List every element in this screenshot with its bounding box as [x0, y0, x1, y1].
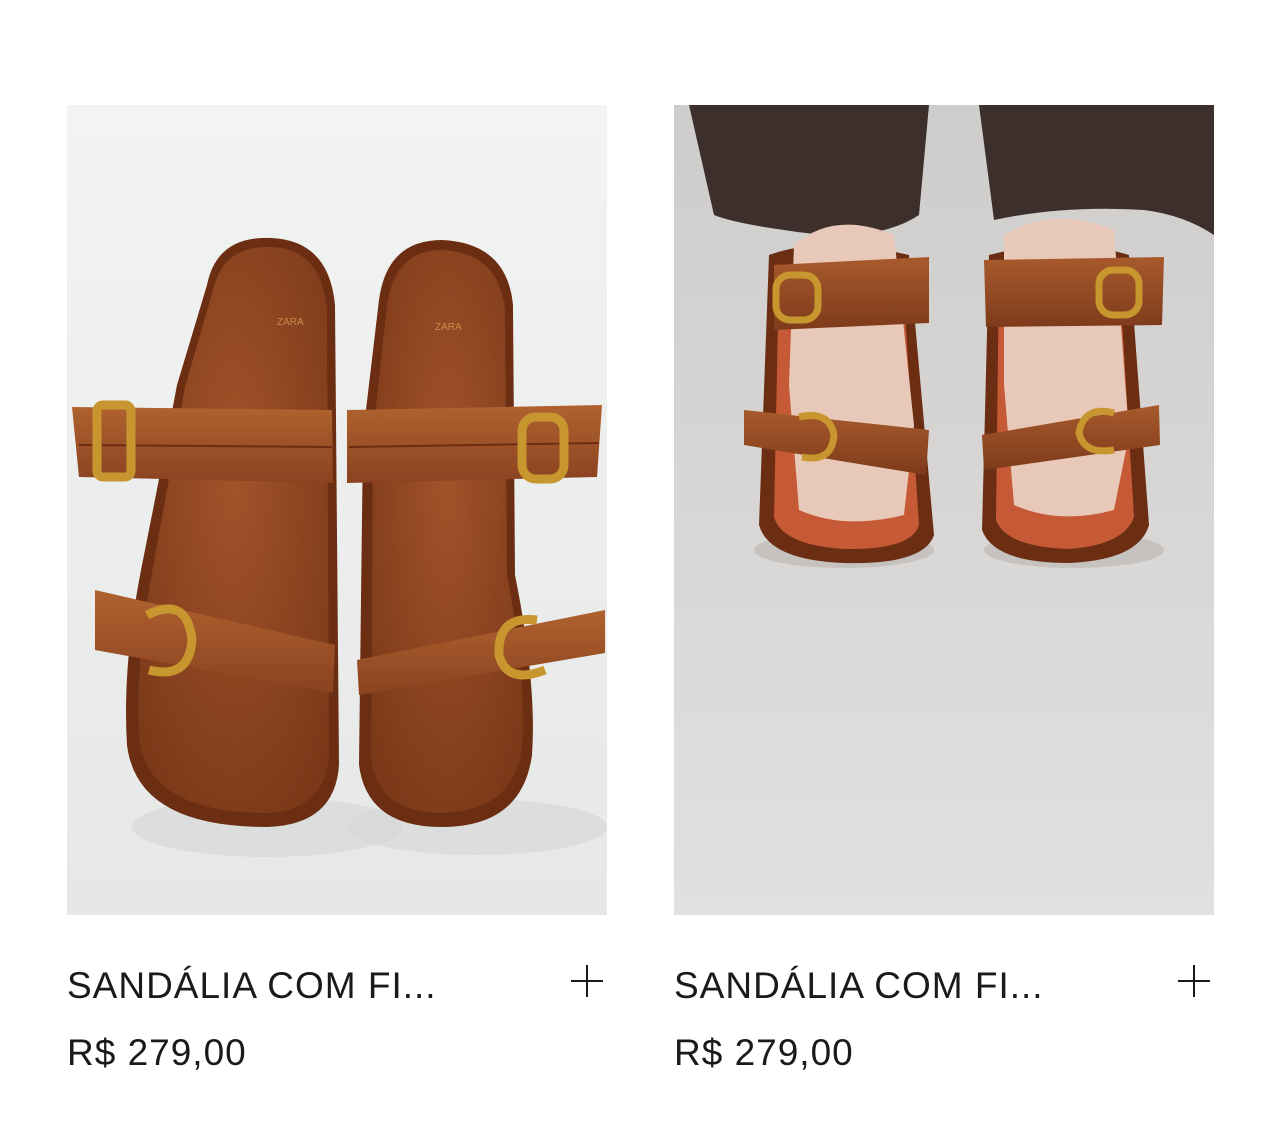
product-card[interactable]: SANDÁLIA COM FI... R$ 279,00 — [674, 105, 1214, 1075]
product-name[interactable]: SANDÁLIA COM FI... — [67, 965, 437, 1007]
product-card[interactable]: ZARA ZARA SANDÁLIA COM FI... R$ 279,00 — [67, 105, 607, 1075]
svg-text:ZARA: ZARA — [435, 322, 462, 333]
product-grid: ZARA ZARA SANDÁLIA COM FI... R$ 279,00 S… — [0, 0, 1280, 1128]
plus-icon[interactable] — [567, 961, 607, 1001]
product-image[interactable] — [674, 105, 1214, 915]
product-image[interactable]: ZARA ZARA — [67, 105, 607, 915]
plus-icon[interactable] — [1174, 961, 1214, 1001]
product-info: SANDÁLIA COM FI... R$ 279,00 — [67, 915, 607, 1075]
product-price: R$ 279,00 — [674, 1032, 854, 1073]
product-name[interactable]: SANDÁLIA COM FI... — [674, 965, 1044, 1007]
product-info: SANDÁLIA COM FI... R$ 279,00 — [674, 915, 1214, 1075]
svg-text:ZARA: ZARA — [277, 317, 304, 328]
product-price: R$ 279,00 — [67, 1032, 247, 1073]
